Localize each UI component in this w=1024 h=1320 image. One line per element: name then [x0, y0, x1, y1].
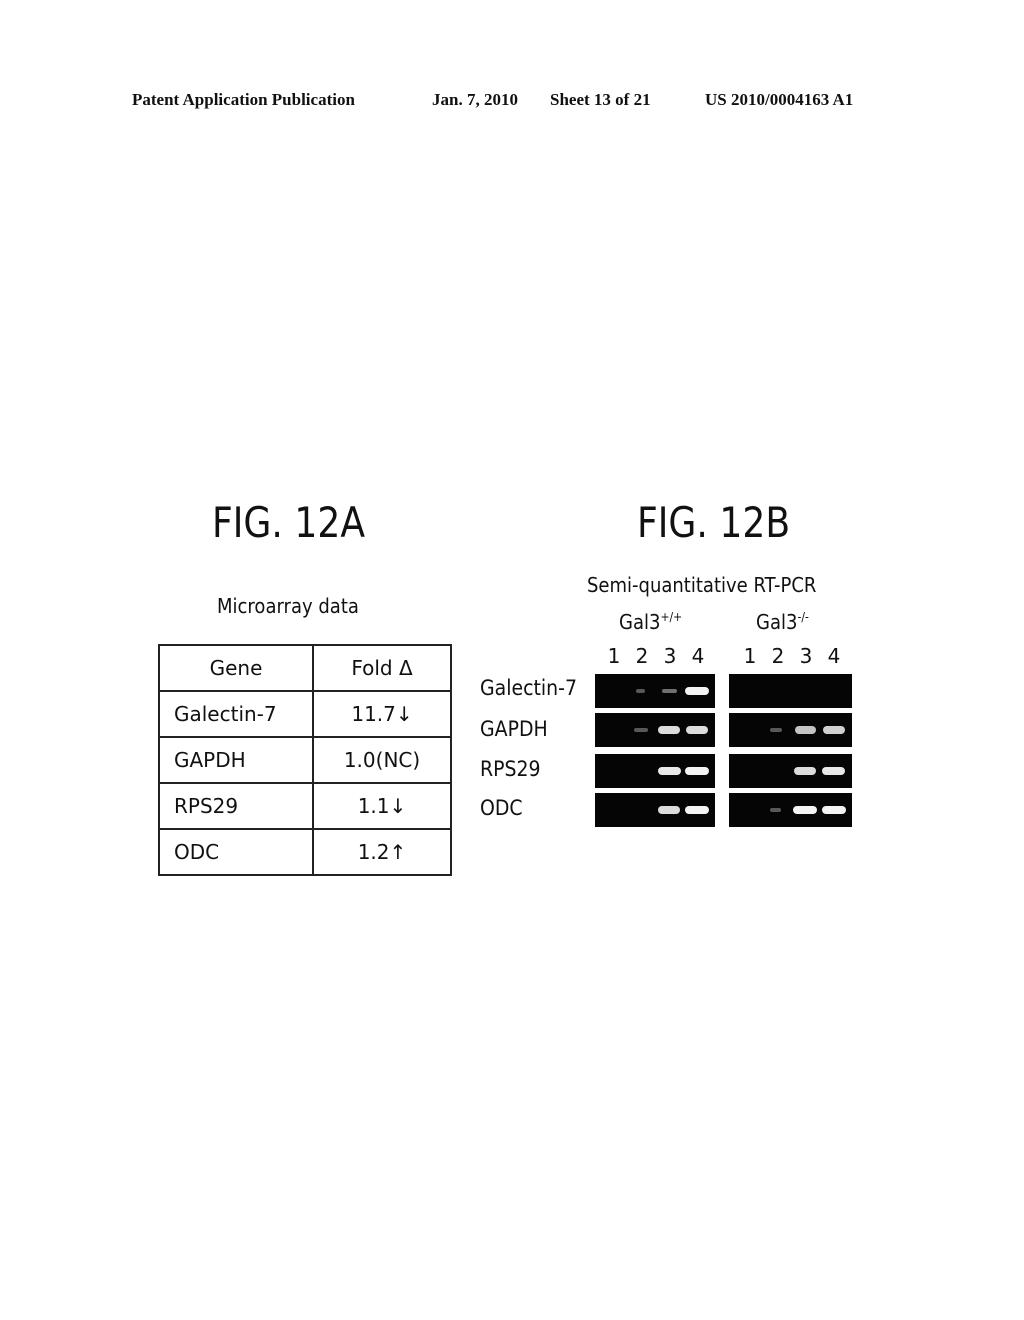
- table-row: RPS29 1.1↓: [158, 782, 452, 830]
- gel-row-label: Galectin-7: [480, 676, 577, 700]
- lane-number: 1: [743, 644, 757, 668]
- lane-number: 3: [663, 644, 677, 668]
- publication-type: Patent Application Publication: [132, 90, 355, 109]
- gel-panel-wt: [595, 674, 715, 708]
- fold-cell: 1.1↓: [312, 782, 452, 830]
- gel-band: [794, 767, 816, 775]
- gel-band: [822, 767, 845, 775]
- gel-panel-wt: [595, 754, 715, 788]
- lane-number: 4: [691, 644, 705, 668]
- publication-date: Jan. 7, 2010: [432, 90, 518, 109]
- gel-band: [823, 726, 845, 734]
- table-row: Galectin-7 11.7↓: [158, 690, 452, 738]
- lane-number: 3: [799, 644, 813, 668]
- rtpcr-subtitle: Semi-quantitative RT-PCR: [587, 573, 817, 597]
- group-label-wt: Gal3+/+: [619, 610, 682, 634]
- gel-band: [770, 728, 782, 732]
- fig-12b-title: FIG. 12B: [637, 498, 791, 547]
- gel-row-label: ODC: [480, 796, 523, 820]
- gel-band: [634, 728, 648, 732]
- group-genotype: +/+: [660, 610, 683, 624]
- gel-panel-ko: [729, 674, 852, 708]
- gel-band: [793, 806, 817, 814]
- group-label-ko: Gal3-/-: [756, 610, 809, 634]
- gel-band: [770, 808, 781, 812]
- lane-numbers-ko: 1234: [736, 644, 848, 668]
- header-gene: Gene: [158, 644, 314, 692]
- gene-cell: ODC: [158, 828, 314, 876]
- gel-band: [658, 726, 680, 734]
- gel-band: [658, 767, 681, 775]
- gel-panel-ko: [729, 713, 852, 747]
- fold-cell: 1.2↑: [312, 828, 452, 876]
- gel-row-label: GAPDH: [480, 717, 548, 741]
- microarray-subtitle: Microarray data: [217, 594, 359, 618]
- lane-number: 1: [607, 644, 621, 668]
- patent-number: US 2010/0004163 A1: [705, 90, 854, 109]
- gel-panel-wt: [595, 713, 715, 747]
- fig-12a-title: FIG. 12A: [212, 498, 366, 547]
- gel-band: [685, 806, 709, 814]
- table-header-row: Gene Fold Δ: [158, 644, 452, 692]
- gel-band: [822, 806, 846, 814]
- gel-panel-wt: [595, 793, 715, 827]
- table-row: GAPDH 1.0(NC): [158, 736, 452, 784]
- sheet-number: Sheet 13 of 21: [550, 90, 651, 109]
- lane-number: 2: [635, 644, 649, 668]
- group-genotype: -/-: [797, 610, 809, 624]
- gel-band: [685, 767, 709, 775]
- header-fold: Fold Δ: [312, 644, 452, 692]
- gel-band: [658, 806, 680, 814]
- group-name: Gal3: [619, 610, 661, 634]
- group-name: Gal3: [756, 610, 798, 634]
- gel-band: [686, 726, 708, 734]
- gel-band: [795, 726, 816, 734]
- gel-band: [636, 689, 645, 693]
- gel-panel-ko: [729, 793, 852, 827]
- lane-numbers-wt: 1234: [600, 644, 712, 668]
- gel-panel-ko: [729, 754, 852, 788]
- lane-number: 4: [827, 644, 841, 668]
- table-row: ODC 1.2↑: [158, 828, 452, 876]
- microarray-table: Gene Fold Δ Galectin-7 11.7↓ GAPDH 1.0(N…: [158, 644, 452, 876]
- fold-cell: 1.0(NC): [312, 736, 452, 784]
- gene-cell: GAPDH: [158, 736, 314, 784]
- fold-cell: 11.7↓: [312, 690, 452, 738]
- gene-cell: Galectin-7: [158, 690, 314, 738]
- gel-band: [662, 689, 677, 693]
- gene-cell: RPS29: [158, 782, 314, 830]
- gel-row-label: RPS29: [480, 757, 541, 781]
- gel-band: [685, 687, 709, 695]
- lane-number: 2: [771, 644, 785, 668]
